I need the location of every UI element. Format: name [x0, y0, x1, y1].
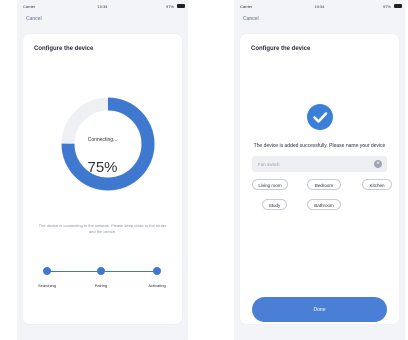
battery-percent: 97%: [382, 4, 391, 9]
step-dot-searching: [43, 267, 51, 275]
step-label-pairing: Pairing: [94, 283, 108, 288]
progress-card: Configure the device Connecting... 75% T…: [23, 34, 182, 324]
room-chip-study[interactable]: Study: [262, 199, 287, 210]
success-check-icon: [306, 104, 333, 130]
cancel-button[interactable]: Cancel: [26, 16, 42, 22]
cancel-button[interactable]: Cancel: [243, 16, 259, 22]
room-chip-bedroom[interactable]: Bedroom: [307, 179, 341, 190]
done-button[interactable]: Done: [252, 297, 387, 322]
step-label-activating: Activating: [148, 283, 166, 288]
progress-percent: 75%: [87, 159, 118, 176]
device-name-input[interactable]: [252, 156, 387, 172]
clear-icon[interactable]: ×: [374, 160, 382, 168]
success-card: Configure the device The device is added…: [240, 34, 399, 324]
step-dot-activating: [153, 267, 161, 275]
battery-icon: [394, 4, 402, 8]
status-time: 10:34: [314, 4, 325, 9]
right-phone-screen: Carrier 10:34 97% Cancel Configure the d…: [234, 0, 405, 340]
status-time: 10:34: [97, 4, 108, 9]
step-dot-pairing: [97, 267, 105, 275]
battery-icon: [177, 4, 185, 8]
status-bar: Carrier 10:34 97%: [234, 0, 405, 13]
page-title: Configure the device: [34, 46, 94, 52]
room-chip-living-room[interactable]: Living room: [252, 179, 288, 190]
status-bar: Carrier 10:34 97%: [17, 0, 188, 13]
left-phone-screen: Carrier 10:34 97% Cancel Configure the d…: [17, 0, 188, 340]
nav-bar: Cancel: [17, 13, 188, 25]
room-chip-kitchen[interactable]: Kitchen: [362, 179, 392, 190]
step-label-searching: Searching: [37, 283, 56, 288]
progress-ring: [61, 97, 155, 191]
progress-label: Connecting...: [87, 137, 118, 143]
connection-hint: The device is connecting to the network.…: [38, 223, 167, 234]
battery-percent: 97%: [165, 4, 174, 9]
nav-bar: Cancel: [234, 13, 405, 25]
room-chip-bathroom[interactable]: Bathroom: [307, 199, 341, 210]
success-message: The device is added successfully. Please…: [253, 143, 386, 149]
page-title: Configure the device: [251, 46, 311, 52]
